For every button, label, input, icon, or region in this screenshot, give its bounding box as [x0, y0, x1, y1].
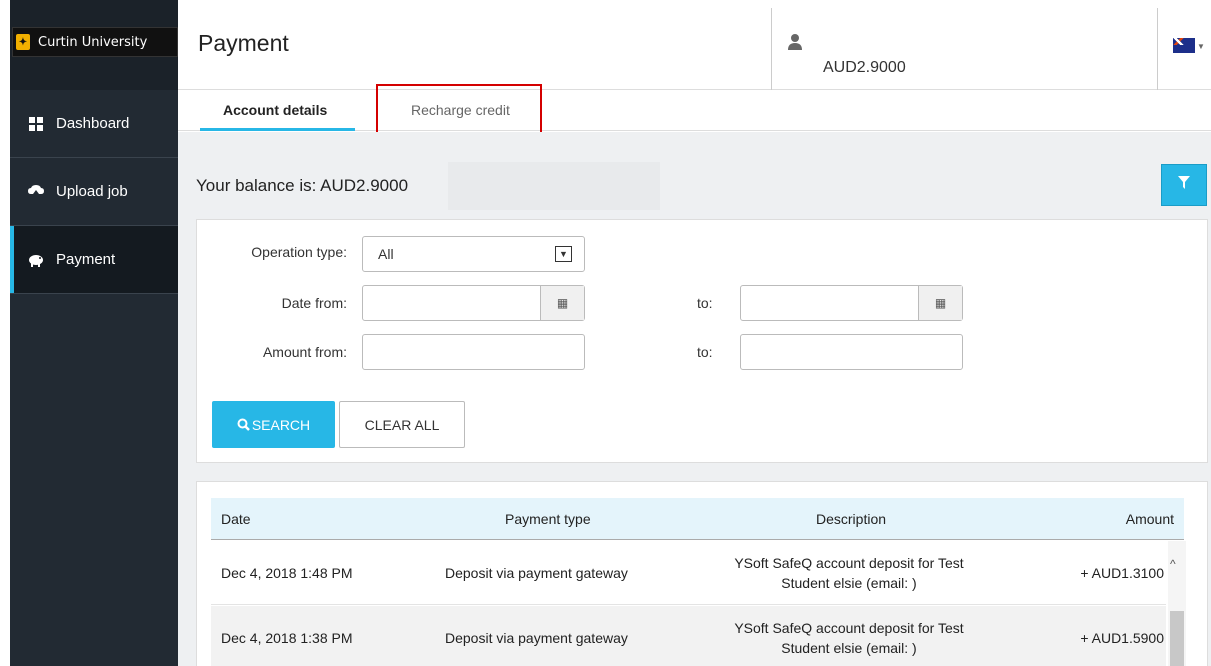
balance-text: Your balance is: AUD2.9000 [196, 176, 409, 195]
search-button-label: SEARCH [251, 416, 311, 433]
filter-icon [1178, 175, 1190, 195]
calendar-icon[interactable]: ▦ [540, 286, 584, 320]
header-balance: AUD2.9000 [823, 59, 906, 76]
sidebar-item-label: Payment [56, 251, 116, 268]
search-icon [237, 418, 250, 431]
sidebar-item-payment[interactable]: Payment [10, 226, 178, 294]
table-scrollbar[interactable]: ^ [1168, 541, 1186, 666]
chevron-up-icon[interactable]: ^ [1170, 557, 1176, 571]
brand-area: ✦ Curtin University [10, 0, 178, 90]
cell-payment-type: Deposit via payment gateway [445, 630, 628, 646]
user-icon [788, 34, 802, 55]
chevron-down-icon[interactable]: ▼ [1197, 42, 1205, 51]
scrollbar-thumb[interactable] [1170, 611, 1184, 666]
table-row[interactable]: Dec 4, 2018 1:48 PM Deposit via payment … [211, 541, 1166, 605]
cell-description-line: Student elsie (email: ) [781, 640, 917, 656]
cell-date: Dec 4, 2018 1:48 PM [221, 565, 353, 581]
table-header: Date Payment type Description Amount [211, 498, 1184, 540]
user-balance-box[interactable]: AUD2.9000 [771, 8, 1158, 90]
filter-panel: Operation type: All ▼ Date from: ▦ to: ▦… [196, 219, 1208, 463]
column-header-description[interactable]: Description [816, 511, 886, 527]
operation-type-select[interactable]: All ▼ [362, 236, 585, 272]
sidebar: ✦ Curtin University Dashboard Upload job… [10, 0, 178, 666]
cell-description-line: YSoft SafeQ account deposit for Test [734, 620, 964, 636]
search-button[interactable]: SEARCH [212, 401, 335, 448]
amount-to-input[interactable] [740, 334, 963, 370]
cell-description-line: Student elsie (email: ) [781, 575, 917, 591]
sidebar-item-label: Dashboard [56, 115, 130, 132]
amount-from-label: Amount from: [262, 344, 347, 360]
sidebar-item-upload-job[interactable]: Upload job [10, 158, 178, 226]
australia-flag-icon[interactable] [1173, 38, 1195, 53]
cell-payment-type: Deposit via payment gateway [445, 565, 628, 581]
cloud-upload-icon [28, 184, 44, 199]
amount-to-label: to: [697, 344, 713, 360]
active-tab-indicator [200, 128, 355, 131]
transactions-table: Date Payment type Description Amount Dec… [196, 481, 1208, 666]
cell-date: Dec 4, 2018 1:38 PM [221, 630, 353, 646]
brand-logo-link[interactable]: ✦ Curtin University [12, 27, 178, 57]
column-header-amount[interactable]: Amount [1126, 511, 1174, 527]
cell-amount: + AUD1.5900 [1080, 630, 1164, 646]
operation-type-value: All [378, 246, 394, 262]
header: Payment AUD2.9000 ▼ [178, 0, 1211, 90]
date-from-label: Date from: [281, 295, 347, 311]
cell-description: YSoft SafeQ account deposit for Test Stu… [699, 618, 999, 658]
date-from-input[interactable]: ▦ [362, 285, 585, 321]
amount-from-input[interactable] [362, 334, 585, 370]
cell-description: YSoft SafeQ account deposit for Test Stu… [699, 553, 999, 593]
clear-all-button[interactable]: CLEAR ALL [339, 401, 465, 448]
cell-amount: + AUD1.3100 [1080, 565, 1164, 581]
piggy-bank-icon [28, 253, 44, 267]
filter-toggle-button[interactable] [1161, 164, 1207, 206]
university-crest-icon: ✦ [16, 34, 30, 50]
date-to-label: to: [697, 295, 713, 311]
column-header-payment-type[interactable]: Payment type [505, 511, 591, 527]
column-header-date[interactable]: Date [221, 511, 251, 527]
brand-name: Curtin University [38, 34, 148, 50]
date-to-input[interactable]: ▦ [740, 285, 963, 321]
tab-account-details[interactable]: Account details [223, 102, 327, 118]
table-row[interactable]: Dec 4, 2018 1:38 PM Deposit via payment … [211, 606, 1166, 666]
balance-shade [448, 162, 660, 210]
calendar-icon[interactable]: ▦ [918, 286, 962, 320]
grid-icon [28, 116, 44, 131]
tab-bar: Account details Recharge credit [178, 91, 1211, 131]
operation-type-label: Operation type: [251, 244, 347, 260]
cell-description-line: YSoft SafeQ account deposit for Test [734, 555, 964, 571]
sidebar-item-label: Upload job [56, 183, 128, 200]
main-content: Your balance is: AUD2.9000 Operation typ… [178, 132, 1211, 666]
chevron-down-icon: ▼ [555, 246, 572, 262]
page-title: Payment [198, 30, 289, 56]
sidebar-item-dashboard[interactable]: Dashboard [10, 90, 178, 158]
